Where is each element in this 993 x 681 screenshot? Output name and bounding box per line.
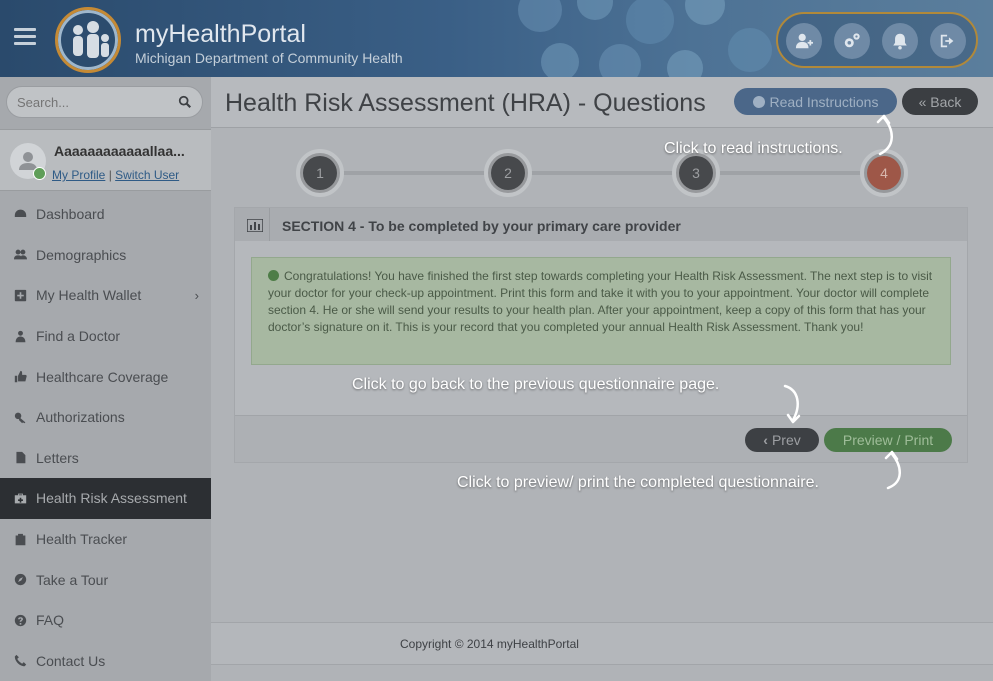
sidebar-item-label: Healthcare Coverage bbox=[36, 368, 169, 385]
sidebar-item-contact-us[interactable]: Contact Us bbox=[0, 641, 211, 681]
step-connector bbox=[316, 171, 886, 175]
sidebar-item-demographics[interactable]: Demographics bbox=[0, 235, 211, 276]
copyright-text: Copyright © 2014 myHealthPortal bbox=[400, 637, 579, 651]
sidebar-item-label: FAQ bbox=[36, 612, 65, 629]
my-profile-link[interactable]: My Profile bbox=[52, 168, 105, 182]
sidebar-item-label: Letters bbox=[36, 449, 79, 466]
sidebar-item-healthcare-coverage[interactable]: Healthcare Coverage bbox=[0, 356, 211, 397]
alert-text: Congratulations! You have finished the f… bbox=[268, 269, 933, 334]
sidebar-item-label: My Health Wallet bbox=[36, 287, 142, 304]
sidebar: Aaaaaaaaaaaallaa... My Profile | Switch … bbox=[0, 77, 218, 681]
header-decoration bbox=[518, 0, 772, 77]
search-box bbox=[6, 86, 203, 118]
sidebar-item-faq[interactable]: FAQ bbox=[0, 600, 211, 641]
chevron-left-icon: ‹ bbox=[763, 432, 768, 448]
step-number: 2 bbox=[491, 156, 525, 190]
brand-subtitle: Michigan Department of Community Health bbox=[135, 50, 403, 66]
sidebar-item-label: Demographics bbox=[36, 246, 127, 263]
back-button[interactable]: « Back bbox=[902, 88, 978, 115]
info-icon bbox=[752, 95, 765, 108]
header-divider bbox=[269, 208, 270, 241]
curved-arrow-icon bbox=[783, 384, 801, 424]
callout-preview: Click to preview/ print the completed qu… bbox=[457, 474, 819, 491]
sidebar-nav: Dashboard Demographics My Health Wallet … bbox=[0, 194, 218, 681]
sidebar-item-label: Dashboard bbox=[36, 206, 105, 223]
callout-prev: Click to go back to the previous questio… bbox=[352, 376, 720, 393]
phone-icon bbox=[12, 653, 28, 669]
callout-read-instructions: Click to read instructions. bbox=[664, 140, 843, 157]
sidebar-item-dashboard[interactable]: Dashboard bbox=[0, 194, 211, 235]
step-2[interactable]: 2 bbox=[484, 149, 532, 197]
step-number: 4 bbox=[867, 156, 901, 190]
bar-chart-icon bbox=[247, 219, 263, 232]
sidebar-item-label: Health Risk Assessment bbox=[36, 490, 187, 507]
read-instructions-label: Read Instructions bbox=[769, 93, 879, 110]
bell-icon[interactable] bbox=[882, 23, 918, 59]
compass-icon bbox=[12, 572, 28, 588]
sidebar-item-label: Health Tracker bbox=[36, 531, 128, 548]
thumbs-up-icon bbox=[12, 369, 28, 385]
step-number: 1 bbox=[303, 156, 337, 190]
switch-user-link[interactable]: Switch User bbox=[115, 168, 179, 182]
sidebar-item-take-a-tour[interactable]: Take a Tour bbox=[0, 559, 211, 600]
key-icon bbox=[12, 409, 28, 425]
sidebar-item-health-tracker[interactable]: Health Tracker bbox=[0, 519, 211, 560]
sidebar-item-label: Find a Doctor bbox=[36, 328, 121, 345]
prev-label: Prev bbox=[771, 432, 801, 448]
success-alert: Congratulations! You have finished the f… bbox=[251, 257, 951, 365]
profile-name: Aaaaaaaaaaaallaa... bbox=[54, 143, 185, 159]
clipboard-icon bbox=[12, 531, 28, 547]
sidebar-item-letters[interactable]: Letters bbox=[0, 438, 211, 479]
question-icon bbox=[12, 612, 28, 628]
online-status-icon bbox=[33, 167, 46, 180]
users-icon bbox=[12, 247, 28, 263]
app-header: myHealthPortal Michigan Department of Co… bbox=[0, 0, 993, 77]
read-instructions-button[interactable]: Read Instructions bbox=[734, 88, 897, 115]
settings-icon[interactable] bbox=[834, 23, 870, 59]
section-card: SECTION 4 - To be completed by your prim… bbox=[234, 207, 968, 463]
curved-arrow-icon bbox=[876, 114, 893, 156]
section-header: SECTION 4 - To be completed by your prim… bbox=[235, 208, 967, 241]
page-title: Health Risk Assessment (HRA) - Questions bbox=[225, 89, 706, 117]
step-number: 3 bbox=[679, 156, 713, 190]
add-user-icon[interactable] bbox=[786, 23, 822, 59]
section-footer: ‹ Prev Preview / Print bbox=[235, 415, 967, 462]
user-profile: Aaaaaaaaaaaallaa... My Profile | Switch … bbox=[0, 129, 211, 191]
page-footer: Copyright © 2014 myHealthPortal bbox=[211, 622, 993, 665]
file-icon bbox=[12, 450, 28, 466]
logout-icon[interactable] bbox=[930, 23, 966, 59]
step-1[interactable]: 1 bbox=[296, 149, 344, 197]
brand-title: myHealthPortal bbox=[135, 20, 306, 48]
sidebar-item-label: Contact Us bbox=[36, 652, 106, 669]
menu-toggle-icon[interactable] bbox=[14, 28, 36, 46]
family-logo-icon bbox=[55, 7, 121, 73]
medkit-icon bbox=[12, 490, 28, 506]
check-circle-icon bbox=[268, 270, 279, 281]
plus-square-icon bbox=[12, 287, 28, 303]
profile-links: My Profile | Switch User bbox=[52, 168, 179, 182]
sidebar-item-label: Take a Tour bbox=[36, 571, 109, 588]
prev-button[interactable]: ‹ Prev bbox=[745, 428, 819, 452]
sidebar-item-label: Authorizations bbox=[36, 409, 125, 426]
dashboard-icon bbox=[12, 206, 28, 222]
header-actions bbox=[776, 12, 978, 68]
sidebar-item-my-health-wallet[interactable]: My Health Wallet › bbox=[0, 275, 211, 316]
doctor-icon bbox=[12, 328, 28, 344]
chevron-right-icon: › bbox=[194, 288, 199, 304]
search-icon[interactable] bbox=[178, 95, 192, 109]
search-input[interactable] bbox=[7, 87, 172, 117]
section-title: SECTION 4 - To be completed by your prim… bbox=[282, 218, 681, 234]
sidebar-item-find-a-doctor[interactable]: Find a Doctor bbox=[0, 316, 211, 357]
curved-arrow-icon bbox=[884, 450, 901, 490]
sidebar-item-health-risk-assessment[interactable]: Health Risk Assessment bbox=[0, 478, 218, 519]
profile-link-separator: | bbox=[108, 168, 112, 182]
sidebar-item-authorizations[interactable]: Authorizations bbox=[0, 397, 211, 438]
